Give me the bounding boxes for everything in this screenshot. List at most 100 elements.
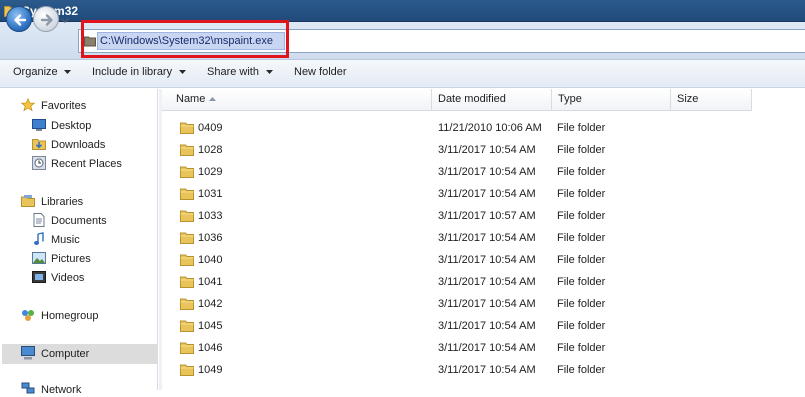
nav-computer[interactable]: Computer bbox=[41, 348, 89, 361]
forward-button[interactable] bbox=[33, 6, 59, 32]
column-label: Name bbox=[176, 93, 206, 105]
column-label: Type bbox=[558, 93, 582, 105]
back-button[interactable] bbox=[6, 6, 32, 32]
file-type: File folder bbox=[557, 210, 606, 222]
dropdown-caret-icon bbox=[266, 70, 273, 74]
nav-documents[interactable]: Documents bbox=[51, 215, 107, 228]
file-row[interactable]: 1042 3/11/2017 10:54 AM File folder bbox=[162, 293, 805, 315]
file-row[interactable]: 1029 3/11/2017 10:54 AM File folder bbox=[162, 161, 805, 183]
include-in-library-button[interactable]: Include in library bbox=[92, 66, 172, 79]
file-type: File folder bbox=[557, 276, 606, 288]
folder-icon bbox=[180, 342, 194, 354]
file-type: File folder bbox=[557, 254, 606, 266]
file-date-modified: 11/21/2010 10:06 AM bbox=[438, 122, 542, 134]
libraries-icon bbox=[21, 195, 35, 207]
file-row[interactable]: 1046 3/11/2017 10:54 AM File folder bbox=[162, 337, 805, 359]
file-name: 1036 bbox=[198, 232, 223, 244]
downloads-icon bbox=[32, 139, 46, 150]
dropdown-caret-icon bbox=[64, 70, 71, 74]
file-name: 1029 bbox=[198, 166, 223, 178]
nav-libraries[interactable]: Libraries bbox=[41, 196, 83, 209]
forward-arrow-icon bbox=[40, 14, 53, 26]
folder-icon bbox=[180, 276, 194, 288]
nav-network[interactable]: Network bbox=[41, 384, 81, 397]
folder-icon bbox=[180, 254, 194, 266]
share-with-button[interactable]: Share with bbox=[207, 66, 259, 79]
column-header-type[interactable]: Type bbox=[552, 89, 671, 111]
file-type: File folder bbox=[557, 320, 606, 332]
file-name: 1028 bbox=[198, 144, 223, 156]
file-row[interactable]: 1045 3/11/2017 10:54 AM File folder bbox=[162, 315, 805, 337]
file-name: 0409 bbox=[198, 122, 223, 134]
file-row[interactable]: 1049 3/11/2017 10:54 AM File folder bbox=[162, 359, 805, 381]
folder-icon bbox=[180, 166, 194, 178]
nav-homegroup[interactable]: Homegroup bbox=[41, 310, 98, 323]
file-date-modified: 3/11/2017 10:54 AM bbox=[438, 188, 536, 200]
file-row[interactable]: 1040 3/11/2017 10:54 AM File folder bbox=[162, 249, 805, 271]
file-type: File folder bbox=[557, 166, 606, 178]
file-row[interactable]: 0409 11/21/2010 10:06 AM File folder bbox=[162, 117, 805, 139]
column-label: Size bbox=[677, 93, 699, 105]
file-name: 1049 bbox=[198, 364, 223, 376]
sort-ascending-icon bbox=[209, 97, 216, 101]
file-date-modified: 3/11/2017 10:54 AM bbox=[438, 232, 536, 244]
file-row[interactable]: 1028 3/11/2017 10:54 AM File folder bbox=[162, 139, 805, 161]
folder-icon bbox=[180, 188, 194, 200]
file-type: File folder bbox=[557, 144, 606, 156]
file-row[interactable]: 1031 3/11/2017 10:54 AM File folder bbox=[162, 183, 805, 205]
file-name: 1033 bbox=[198, 210, 223, 222]
file-type: File folder bbox=[557, 364, 606, 376]
nav-music[interactable]: Music bbox=[51, 234, 80, 247]
new-folder-button[interactable]: New folder bbox=[294, 66, 347, 79]
file-row[interactable]: 1041 3/11/2017 10:54 AM File folder bbox=[162, 271, 805, 293]
title-bar[interactable]: System32 bbox=[0, 0, 805, 22]
dropdown-caret-icon bbox=[179, 70, 186, 74]
file-row[interactable]: 1036 3/11/2017 10:54 AM File folder bbox=[162, 227, 805, 249]
file-type: File folder bbox=[557, 298, 606, 310]
recent-pages-chevron-icon[interactable] bbox=[60, 15, 70, 25]
file-name: 1045 bbox=[198, 320, 223, 332]
address-highlight-box bbox=[81, 20, 289, 58]
folder-icon bbox=[180, 210, 194, 222]
column-header-date-modified[interactable]: Date modified bbox=[432, 89, 552, 111]
music-icon bbox=[34, 232, 44, 245]
folder-icon bbox=[180, 232, 194, 244]
file-name: 1042 bbox=[198, 298, 223, 310]
organize-button[interactable]: Organize bbox=[13, 66, 58, 79]
nav-pictures[interactable]: Pictures bbox=[51, 253, 91, 266]
nav-favorites[interactable]: Favorites bbox=[41, 100, 86, 113]
column-header-size[interactable]: Size bbox=[671, 89, 752, 111]
file-date-modified: 3/11/2017 10:54 AM bbox=[438, 276, 536, 288]
folder-icon bbox=[180, 320, 194, 332]
back-arrow-icon bbox=[14, 14, 27, 26]
pictures-icon bbox=[32, 252, 46, 264]
explorer-window: System32 C:\Windows\System32\mspaint.exe… bbox=[0, 0, 805, 396]
file-row[interactable]: 1033 3/11/2017 10:57 AM File folder bbox=[162, 205, 805, 227]
file-date-modified: 3/11/2017 10:54 AM bbox=[438, 298, 536, 310]
nav-downloads[interactable]: Downloads bbox=[51, 139, 105, 152]
column-label: Date modified bbox=[438, 93, 506, 105]
file-name: 1046 bbox=[198, 342, 223, 354]
videos-icon bbox=[32, 271, 46, 283]
file-date-modified: 3/11/2017 10:54 AM bbox=[438, 144, 536, 156]
file-type: File folder bbox=[557, 122, 606, 134]
documents-icon bbox=[33, 213, 45, 227]
file-date-modified: 3/11/2017 10:54 AM bbox=[438, 254, 536, 266]
file-date-modified: 3/11/2017 10:54 AM bbox=[438, 320, 536, 332]
file-type: File folder bbox=[557, 232, 606, 244]
folder-icon bbox=[180, 122, 194, 134]
nav-desktop[interactable]: Desktop bbox=[51, 120, 91, 133]
nav-recent-places[interactable]: Recent Places bbox=[51, 158, 122, 171]
file-type: File folder bbox=[557, 342, 606, 354]
file-name: 1040 bbox=[198, 254, 223, 266]
file-date-modified: 3/11/2017 10:57 AM bbox=[438, 210, 536, 222]
desktop-icon bbox=[32, 119, 46, 131]
homegroup-icon bbox=[22, 310, 34, 321]
column-header-name[interactable]: Name bbox=[162, 89, 432, 111]
file-type: File folder bbox=[557, 188, 606, 200]
file-date-modified: 3/11/2017 10:54 AM bbox=[438, 342, 536, 354]
star-icon bbox=[21, 98, 35, 112]
nav-videos[interactable]: Videos bbox=[51, 272, 84, 285]
recent-places-icon bbox=[32, 156, 46, 170]
folder-icon bbox=[180, 144, 194, 156]
